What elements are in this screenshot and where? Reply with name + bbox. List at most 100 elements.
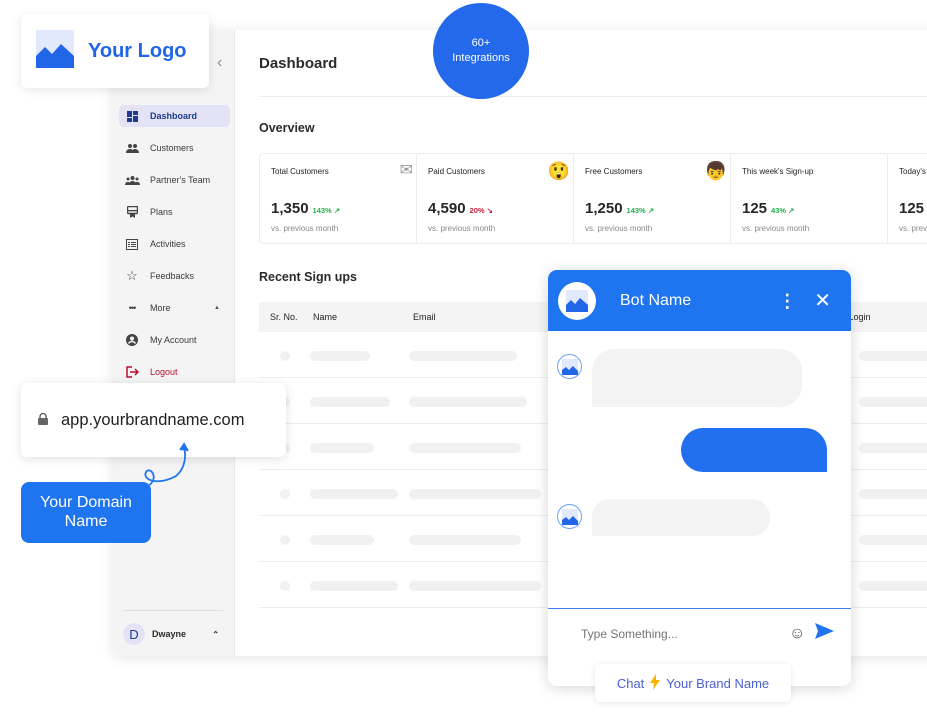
column-header-name[interactable]: Name <box>313 312 413 322</box>
bot-message-bubble <box>592 499 770 536</box>
overview-title: Overview <box>259 121 315 135</box>
powered-prefix: Chat <box>616 675 645 691</box>
sidebar-item-dashboard[interactable]: Dashboard <box>119 105 230 127</box>
sidebar-item-my-account[interactable]: My Account <box>119 329 230 351</box>
lightning-icon <box>650 673 661 693</box>
chat-header: Bot Name ⋮ ✕ <box>548 270 851 331</box>
domain-url: app.yourbrandname.com <box>61 410 245 429</box>
stat-card-free-customers[interactable]: Free Customers 👦 1,250 143% ↗ vs. previou… <box>574 154 731 243</box>
row-skeleton-email <box>409 581 541 591</box>
stat-subtext: vs. previous month <box>585 224 653 233</box>
row-skeleton-login <box>859 535 927 545</box>
sidebar-item-label: Plans <box>150 207 173 217</box>
stat-card-total-customers[interactable]: Total Customers ✉ 1,350 143% ↗ vs. previo… <box>260 154 417 243</box>
stat-label: Total Customers <box>271 167 329 176</box>
row-skeleton-dot <box>280 351 290 361</box>
sidebar-item-activities[interactable]: Activities <box>119 233 230 255</box>
powered-by-badge[interactable]: Chat Your Brand Name <box>595 664 791 702</box>
recent-signups-title: Recent Sign ups <box>259 270 357 284</box>
stat-label: This week's Sign-up <box>742 167 814 176</box>
stat-label: Today's <box>899 167 926 176</box>
integrations-count: 60+ <box>471 37 491 49</box>
image-icon <box>566 289 588 312</box>
image-icon <box>561 358 578 375</box>
stat-card-weekly-signups[interactable]: This week's Sign-up 125 43% ↗ vs. previou… <box>731 154 888 243</box>
sidebar-item-partners-team[interactable]: Partner's Team <box>119 169 230 191</box>
close-icon[interactable]: ✕ <box>814 288 831 313</box>
arrow-up-right-icon: ↗ <box>788 206 795 215</box>
sidebar-item-label: My Account <box>150 335 197 345</box>
activities-icon <box>124 238 140 250</box>
more-vertical-icon[interactable]: ⋮ <box>778 292 796 310</box>
logo-card: Your Logo <box>21 14 209 88</box>
sidebar-item-label: Dashboard <box>150 111 198 121</box>
sidebar-item-logout[interactable]: Logout <box>119 361 230 383</box>
stat-subtext: vs. previous month <box>742 224 810 233</box>
integrations-badge: 60+ Integrations <box>433 3 529 99</box>
stat-label: Free Customers <box>585 167 643 176</box>
chat-header-actions: ⋮ ✕ <box>778 288 831 313</box>
bot-avatar <box>558 281 596 320</box>
sidebar-item-label: Feedbacks <box>150 271 195 281</box>
stat-value: 4,590 20% ↘ <box>428 200 493 217</box>
boy-face-icon: 👦 <box>704 161 727 181</box>
sidebar-item-customers[interactable]: Customers <box>119 137 230 159</box>
chat-message-input[interactable] <box>581 626 781 641</box>
row-skeleton-email <box>409 443 521 453</box>
user-menu[interactable]: D Dwayne ⌃ <box>123 610 223 645</box>
sidebar-item-label: Partner's Team <box>150 175 211 185</box>
stat-change: 143% ↗ <box>626 206 655 215</box>
emoji-icon[interactable]: ☺ <box>789 625 805 643</box>
column-header-sr-no[interactable]: Sr. No. <box>259 312 313 322</box>
row-skeleton-login <box>859 489 927 499</box>
row-skeleton-login <box>859 443 927 453</box>
chevron-left-icon[interactable]: ‹ <box>217 54 222 72</box>
logo-text: Your Logo <box>88 39 187 62</box>
envelope-icon: ✉ <box>399 162 413 179</box>
more-icon: ••• <box>128 303 136 313</box>
row-skeleton-name <box>310 535 374 545</box>
stat-change: 143% ↗ <box>312 206 341 215</box>
domain-label-line1: Your Domain <box>40 494 132 511</box>
divider <box>259 96 927 97</box>
bot-name: Bot Name <box>620 291 692 309</box>
domain-label-line2: Name <box>64 513 108 530</box>
sidebar-item-label: Customers <box>150 143 194 153</box>
arrow-up-right-icon: ↗ <box>333 206 341 215</box>
sidebar-item-label: More <box>150 303 171 313</box>
sidebar-item-feedbacks[interactable]: ☆ Feedbacks <box>119 265 230 287</box>
sidebar-item-label: Logout <box>150 367 178 377</box>
sidebar-item-label: Activities <box>150 239 186 249</box>
star-icon: ☆ <box>126 268 138 283</box>
chevron-up-icon: ⌃ <box>212 629 219 639</box>
row-skeleton-email <box>409 489 541 499</box>
stat-value: 125 43% ↗ <box>742 200 795 217</box>
row-skeleton-name <box>310 581 398 591</box>
lock-icon <box>38 411 48 430</box>
sidebar-item-plans[interactable]: Plans <box>119 201 230 223</box>
stat-label: Paid Customers <box>428 167 485 176</box>
page-title: Dashboard <box>259 55 338 72</box>
stat-card-paid-customers[interactable]: Paid Customers 😲 4,590 20% ↘ vs. previous… <box>417 154 574 243</box>
stat-value: 1,250 143% ↗ <box>585 200 655 217</box>
team-icon <box>124 174 140 186</box>
send-icon[interactable] <box>815 623 835 644</box>
chat-input-bar: ☺ <box>548 608 851 658</box>
stat-subtext: vs. previ <box>899 224 927 233</box>
bot-message-avatar <box>557 354 582 379</box>
bot-message-avatar <box>557 504 582 529</box>
stat-subtext: vs. previous month <box>271 224 339 233</box>
customers-icon <box>124 142 140 154</box>
user-name: Dwayne <box>152 629 187 639</box>
row-skeleton-login <box>859 397 927 407</box>
surprised-face-icon: 😲 <box>547 161 570 181</box>
row-skeleton-dot <box>280 535 290 545</box>
user-message-bubble <box>681 428 827 472</box>
stat-card-today[interactable]: Today's 125 vs. previ <box>888 154 927 243</box>
sidebar-item-more[interactable]: ••• More ▲ <box>119 297 230 319</box>
arrow-up-right-icon: ↗ <box>647 206 655 215</box>
row-skeleton-dot <box>280 581 290 591</box>
row-skeleton-name <box>310 397 390 407</box>
stat-change: 20% ↘ <box>469 206 493 215</box>
row-skeleton-name <box>310 351 370 361</box>
